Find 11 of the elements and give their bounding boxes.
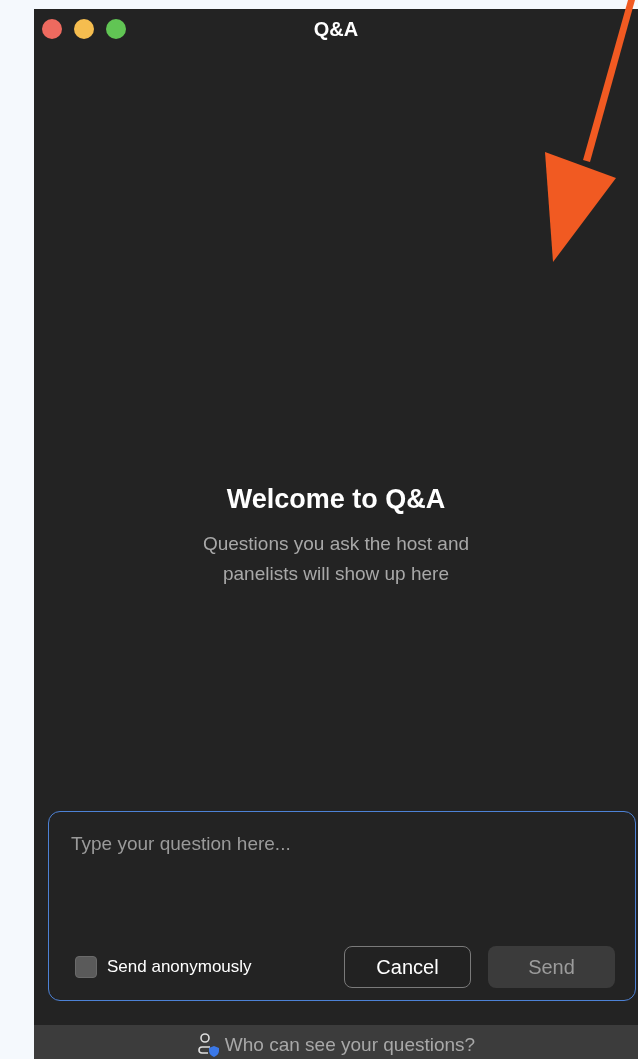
close-button[interactable]: [42, 19, 62, 39]
welcome-heading: Welcome to Q&A: [225, 483, 447, 516]
window-title: Q&A: [313, 17, 359, 42]
welcome-text: Questions you ask the host and panelists will show up here: [201, 532, 471, 587]
anonymous-label: Send anonymously: [107, 956, 252, 979]
user-shield-icon: [196, 1033, 219, 1057]
privacy-link[interactable]: Who can see your questions?: [196, 1033, 476, 1057]
anonymous-checkbox[interactable]: [75, 956, 97, 978]
minimize-button[interactable]: [74, 19, 94, 39]
zoom-button[interactable]: [106, 19, 126, 39]
cancel-button[interactable]: Cancel: [344, 946, 471, 988]
